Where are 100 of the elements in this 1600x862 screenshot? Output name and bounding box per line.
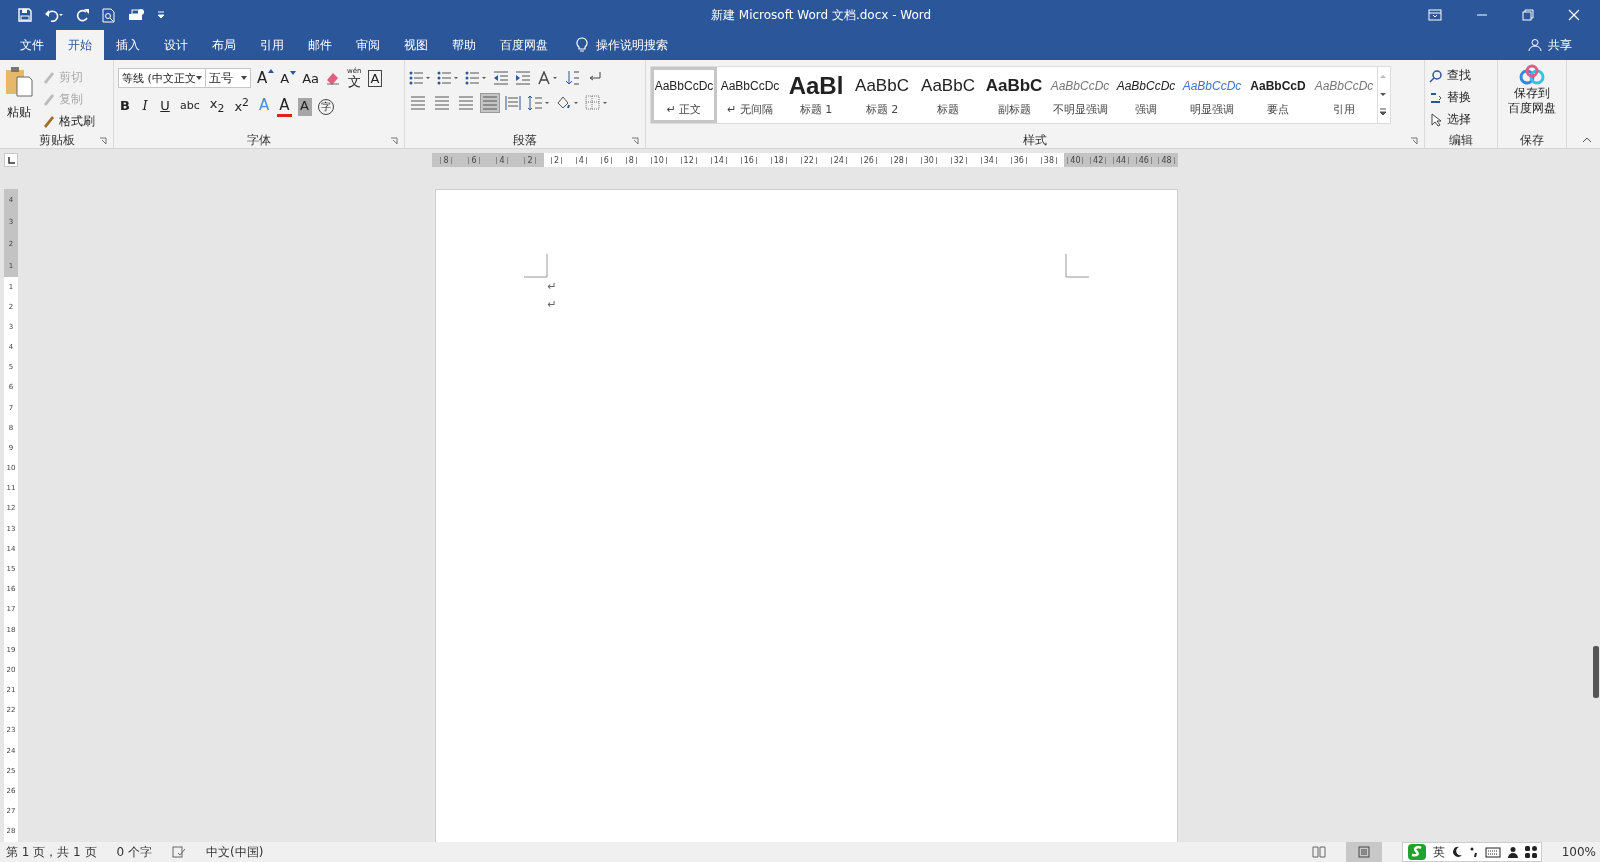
ribbon-tab[interactable]: 邮件: [296, 30, 344, 60]
ruler-number: 30: [920, 156, 937, 164]
font-size-field[interactable]: 五号: [205, 68, 251, 88]
style-item[interactable]: AaBbCcDc ↵ 无间隔: [717, 67, 783, 123]
style-item[interactable]: AaBbC 副标题: [981, 67, 1047, 123]
word-count[interactable]: 0 个字: [116, 843, 152, 861]
restore-icon[interactable]: [1522, 9, 1534, 21]
language-label[interactable]: 中文(中国): [206, 843, 264, 861]
style-item[interactable]: AaBbC 标题: [915, 67, 981, 123]
dialog-launcher-icon[interactable]: [99, 137, 107, 145]
group-label: 剪贴板: [38, 131, 75, 149]
style-item[interactable]: AaBbCcDc 强调: [1113, 67, 1179, 123]
redo-icon[interactable]: [76, 8, 90, 22]
format-button[interactable]: x$^{2}$: [232, 96, 251, 118]
font-name-field[interactable]: 等线 (中文正文: [118, 68, 206, 88]
increase-indent-icon[interactable]: [515, 71, 531, 85]
format-button[interactable]: A: [277, 96, 292, 118]
shading-icon[interactable]: [555, 95, 579, 111]
line-spacing-icon[interactable]: [527, 95, 549, 111]
ruler-number: 4: [496, 156, 508, 164]
ribbon-tab[interactable]: 帮助: [440, 30, 488, 60]
editing-button[interactable]: 替换: [1429, 88, 1493, 107]
page-count[interactable]: 第 1 页，共 1 页: [6, 843, 97, 861]
grow-arrow-icon: [268, 69, 275, 73]
customize-caret-icon[interactable]: [157, 11, 165, 19]
tab-selector[interactable]: [4, 153, 18, 167]
ribbon-tab[interactable]: 视图: [392, 30, 440, 60]
ruler-number: 38: [1040, 156, 1057, 164]
decrease-indent-icon[interactable]: [493, 71, 509, 85]
ribbon-display-icon[interactable]: [1428, 9, 1442, 21]
print-preview-icon[interactable]: [102, 7, 116, 23]
style-item[interactable]: AaBl 标题 1: [783, 67, 849, 123]
ruler-number: 6: [600, 156, 612, 164]
ribbon-tab[interactable]: 引用: [248, 30, 296, 60]
ruler-number: 22: [800, 156, 817, 164]
editing-button[interactable]: 查找: [1429, 66, 1493, 85]
ruler-number: 2: [524, 156, 536, 164]
style-item[interactable]: AaBbCcDc ↵ 正文: [651, 67, 717, 123]
change-case-button[interactable]: Aa: [302, 70, 320, 86]
style-item[interactable]: AaBbC 标题 2: [849, 67, 915, 123]
dialog-launcher-icon[interactable]: [390, 137, 398, 145]
format-button[interactable]: I: [138, 97, 152, 116]
save-icon[interactable]: [18, 8, 32, 22]
eraser-icon[interactable]: [325, 70, 342, 86]
ribbon-tab[interactable]: 布局: [200, 30, 248, 60]
list-icon[interactable]: [409, 71, 431, 85]
list-icon[interactable]: [465, 71, 487, 85]
format-button[interactable]: B: [118, 97, 132, 116]
margin-corner-icon: [1064, 254, 1089, 278]
grow-font-button[interactable]: A: [257, 69, 275, 87]
ribbon-tab[interactable]: 百度网盘: [488, 30, 560, 60]
close-icon[interactable]: [1568, 9, 1580, 21]
character-border-button[interactable]: A: [367, 69, 383, 87]
ime-toolbar[interactable]: 英: [1401, 842, 1542, 862]
dialog-launcher-icon[interactable]: [631, 137, 639, 145]
style-item[interactable]: AaBbCcDc 明显强调: [1179, 67, 1245, 123]
ruler-number: 48: [1158, 156, 1175, 164]
save-to-cloud-button[interactable]: 保存到 百度网盘: [1502, 64, 1562, 132]
clipboard-button[interactable]: 格式刷: [42, 112, 95, 130]
ribbon-tab[interactable]: 插入: [104, 30, 152, 60]
shrink-font-button[interactable]: A: [280, 70, 297, 86]
style-item[interactable]: AaBbCcDc 引用: [1311, 67, 1377, 123]
share-button[interactable]: 共享: [1528, 30, 1600, 60]
zoom-level[interactable]: 100%: [1561, 845, 1600, 859]
format-button[interactable]: U: [158, 97, 172, 116]
replace-icon: [1429, 90, 1443, 105]
format-button[interactable]: abc: [178, 98, 202, 115]
paste-button[interactable]: 粘贴: [4, 64, 34, 132]
ruler-number: 2: [550, 156, 562, 164]
collapse-ribbon-icon[interactable]: [1582, 137, 1592, 143]
ribbon-tab[interactable]: 文件: [8, 30, 56, 60]
print-layout-icon[interactable]: [1356, 846, 1371, 858]
tell-me-button[interactable]: 操作说明搜索: [560, 30, 668, 60]
read-mode-icon[interactable]: [1311, 846, 1326, 858]
sogou-s-icon: [1406, 843, 1427, 861]
document-page[interactable]: ↵ ↵: [434, 189, 1178, 842]
undo-icon[interactable]: [44, 8, 64, 22]
sort-icon[interactable]: [565, 70, 581, 86]
scrollbar-thumb[interactable]: [1593, 646, 1599, 698]
person-icon: [1506, 846, 1519, 858]
tool-icon: [42, 70, 56, 84]
editing-button[interactable]: 选择: [1429, 110, 1493, 129]
printer-icon[interactable]: [128, 7, 145, 23]
ribbon-tab[interactable]: 审阅: [344, 30, 392, 60]
style-item[interactable]: AaBbCcD 要点: [1245, 67, 1311, 123]
format-button[interactable]: x$_{2}$: [207, 96, 227, 118]
ribbon-tab[interactable]: 开始: [56, 30, 104, 60]
ime-mode[interactable]: 英: [1432, 843, 1445, 861]
format-button[interactable]: A: [297, 97, 312, 116]
ruler-number: 24: [830, 156, 847, 164]
ribbon-tab[interactable]: 设计: [152, 30, 200, 60]
style-item[interactable]: AaBbCcDc 不明显强调: [1047, 67, 1113, 123]
search-icon: [1429, 68, 1443, 83]
window-title: 新建 Microsoft Word 文档.docx - Word: [710, 6, 933, 24]
dialog-launcher-icon[interactable]: [1410, 137, 1418, 145]
ruler-number: 46: [1135, 156, 1152, 164]
text-direction-icon[interactable]: [537, 71, 559, 85]
list-icon[interactable]: [437, 71, 459, 85]
ruler-number: 34: [980, 156, 997, 164]
proofing-icon[interactable]: [172, 846, 186, 858]
